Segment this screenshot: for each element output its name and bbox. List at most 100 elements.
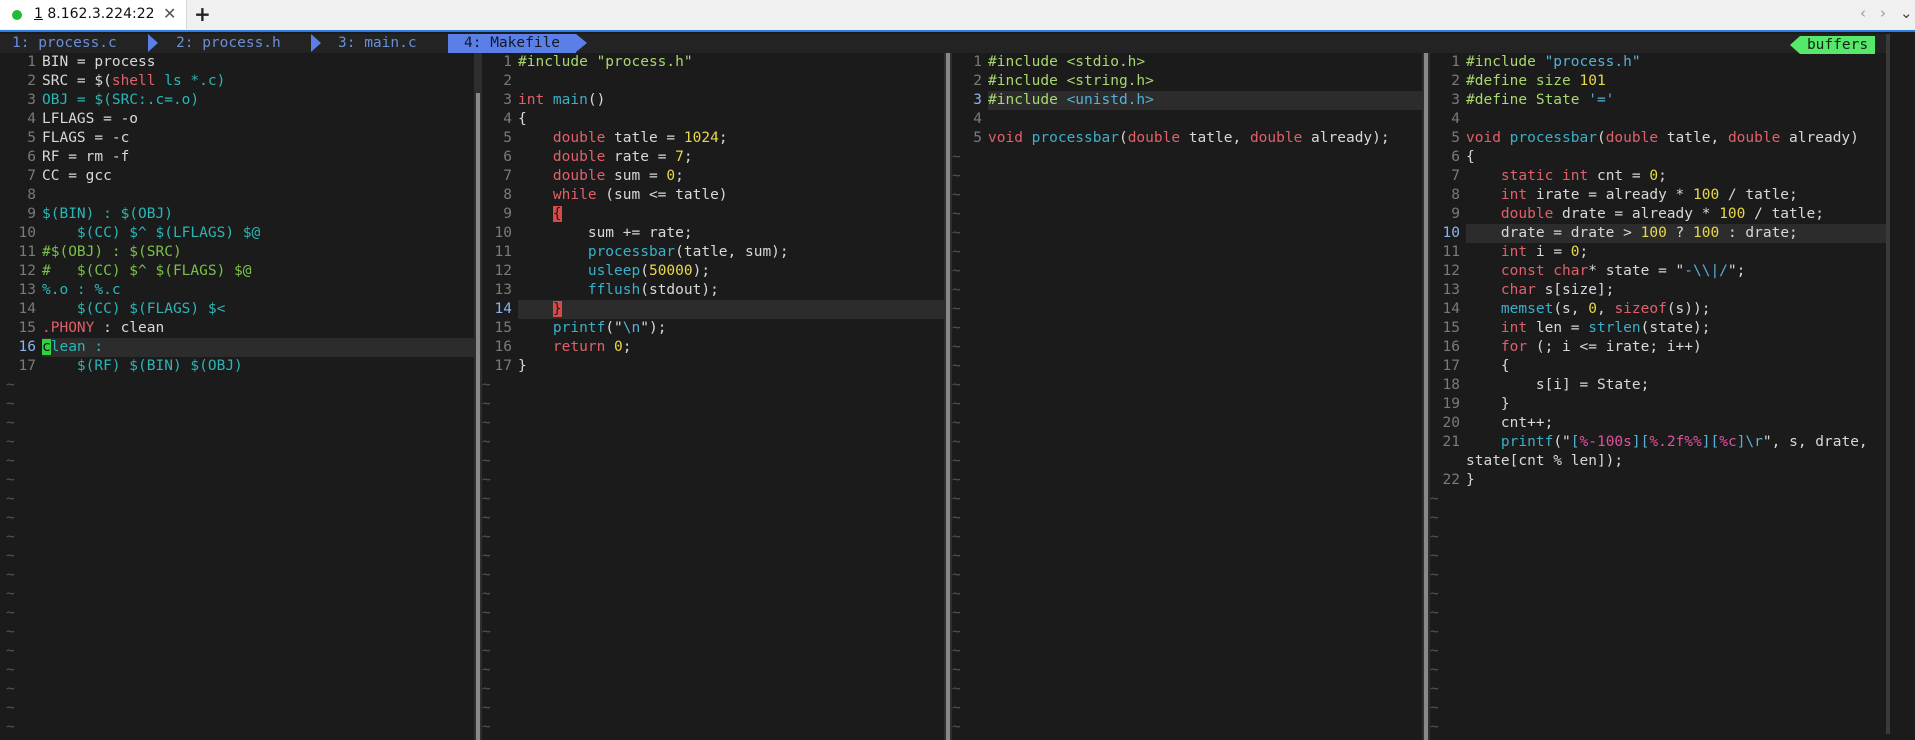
close-tab-icon[interactable]: ✕ [163, 4, 176, 23]
code-line[interactable]: 1 #include "process.h" [1430, 53, 1640, 72]
code-line[interactable]: 15 int len = strlen(state); [1430, 319, 1711, 338]
code-line[interactable]: 12 const char* state = "-\\|/"; [1430, 262, 1746, 281]
code-line[interactable]: 1 #include <stdio.h> [952, 53, 1145, 72]
line-number: 13 [1442, 282, 1460, 298]
code-line[interactable]: 4 [1430, 110, 1466, 129]
split-divider[interactable] [944, 53, 952, 740]
code-line[interactable]: 4 [952, 110, 988, 129]
code-line[interactable]: 3 OBJ = $(SRC:.c=.o) [6, 91, 199, 110]
code-line[interactable]: 15 .PHONY : clean [6, 319, 165, 338]
code-line[interactable]: 3 #include <unistd.h> [952, 91, 1154, 110]
scroll-tabs-left-icon[interactable]: ‹ [1860, 4, 1866, 22]
code-line[interactable]: 16 clean : [6, 338, 103, 357]
code-line[interactable]: 21 printf("[%-100s][%.2f%%][%c]\r", s, d… [1430, 433, 1868, 452]
code-line[interactable]: 12 # $(CC) $^ $(FLAGS) $@ [6, 262, 252, 281]
line-number: 11 [18, 244, 36, 260]
code-line[interactable]: 17 { [1430, 357, 1510, 376]
terminal-area[interactable]: 1: process.c 2: process.h 3: main.c 4: M… [0, 32, 1915, 740]
code-text: $(RF) $(BIN) $(OBJ) [36, 358, 243, 374]
code-line[interactable]: 16 for (; i <= irate; i++) [1430, 338, 1702, 357]
code-line[interactable]: 7 double sum = 0; [482, 167, 684, 186]
code-line[interactable]: 5 void processbar(double tatle, double al… [952, 129, 1389, 148]
code-line[interactable]: 6 RF = rm -f [6, 148, 129, 167]
pane-main-c[interactable]: 1 #include "process.h" 2 3 int main() 4{5 dou… [482, 53, 944, 740]
code-line[interactable]: 11 processbar(tatle, sum); [482, 243, 789, 262]
buffer-tab-process-h[interactable]: 2: process.h [176, 34, 281, 53]
new-tab-icon[interactable]: + [194, 2, 211, 26]
tab-menu-icon[interactable]: ⌄ [1900, 4, 1913, 22]
code-line[interactable]: 11 int i = 0; [1430, 243, 1589, 262]
code-line[interactable]: 2 [482, 72, 518, 91]
code-text: $(CC) $^ $(LFLAGS) $@ [36, 225, 260, 241]
line-number: 11 [494, 244, 512, 260]
code-line[interactable]: 16 return 0; [482, 338, 632, 357]
code-line[interactable]: 13 %.o : %.c [6, 281, 121, 300]
code-line[interactable]: 2 SRC = $(shell ls *.c) [6, 72, 225, 91]
empty-line-tilde: ~ [6, 472, 15, 488]
code-line[interactable]: 17} [482, 357, 527, 376]
code-line[interactable]: 5 double tatle = 1024; [482, 129, 727, 148]
code-line[interactable]: 17 $(RF) $(BIN) $(OBJ) [6, 357, 243, 376]
code-line[interactable]: 10 sum += rate; [482, 224, 693, 243]
code-text: .PHONY : clean [36, 320, 164, 336]
code-line[interactable]: 15 printf("\n"); [482, 319, 667, 338]
code-line[interactable]: 7 CC = gcc [6, 167, 112, 186]
code-token: %-100s [1579, 434, 1632, 450]
buffer-tab-makefile-active[interactable]: 4: Makefile [448, 34, 576, 53]
code-line[interactable]: 9 { [482, 205, 562, 224]
code-line[interactable]: 8 int irate = already * 100 / tatle; [1430, 186, 1798, 205]
empty-line-tilde: ~ [952, 263, 961, 279]
code-line[interactable]: 2 #include <string.h> [952, 72, 1154, 91]
empty-line-tilde: ~ [1430, 719, 1439, 735]
code-line[interactable]: 8 while (sum <= tatle) [482, 186, 727, 205]
code-line[interactable]: 12 usleep(50000); [482, 262, 711, 281]
pane-process-h[interactable]: 1 #include <stdio.h> 2 #include <string.h> 3… [952, 53, 1422, 740]
buffer-tab-process-c[interactable]: 1: process.c [12, 34, 117, 53]
line-number: 8 [1451, 187, 1460, 203]
line-number: 2 [1451, 73, 1460, 89]
code-line[interactable]: 6 double rate = 7; [482, 148, 692, 167]
code-line[interactable]: 9 $(BIN) : $(OBJ) [6, 205, 173, 224]
code-line[interactable]: 5 void processbar(double tatle, double al… [1430, 129, 1859, 148]
code-token: ( [1118, 130, 1128, 146]
code-line[interactable]: 6{ [1430, 148, 1474, 167]
code-line[interactable]: 5 FLAGS = -c [6, 129, 129, 148]
code-token: (s, [1553, 301, 1589, 317]
pane-makefile[interactable]: 1 BIN = process 2 SRC = $(shell ls *.c) 3 OBJ… [6, 53, 474, 740]
right-scrollbar[interactable] [1886, 34, 1890, 734]
code-line[interactable]: 4{ [482, 110, 526, 129]
code-line[interactable]: 9 double drate = already * 100 / tatle; [1430, 205, 1824, 224]
code-line[interactable]: 13 fflush(stdout); [482, 281, 719, 300]
code-line[interactable]: 1 #include "process.h" [482, 53, 692, 72]
code-line[interactable]: 7 static int cnt = 0; [1430, 167, 1667, 186]
code-line[interactable]: 1 BIN = process [6, 53, 155, 72]
code-line[interactable]: 13 char s[size]; [1430, 281, 1615, 300]
code-line[interactable]: 4 LFLAGS = -o [6, 110, 138, 129]
code-line[interactable]: 3 int main() [482, 91, 605, 110]
code-line[interactable]: 14 } [482, 300, 562, 319]
pane-process-c[interactable]: 1 #include "process.h" 2 #define size 101 3 #… [1430, 53, 1886, 740]
split-divider[interactable] [474, 53, 482, 740]
split-divider[interactable] [1422, 53, 1430, 740]
code-line[interactable]: 3 #define State '=' [1430, 91, 1614, 110]
code-line[interactable]: 22} [1430, 471, 1475, 490]
scroll-tabs-right-icon[interactable]: › [1880, 4, 1886, 22]
code-line[interactable]: 20 cnt++; [1430, 414, 1554, 433]
code-token: printf [1500, 434, 1554, 450]
code-line[interactable]: 14 memset(s, 0, sizeof(s)); [1430, 300, 1711, 319]
code-token: char [1500, 282, 1536, 298]
code-line[interactable]: 14 $(CC) $(FLAGS) $< [6, 300, 226, 319]
code-line[interactable]: 19 } [1430, 395, 1510, 414]
code-line[interactable]: 18 s[i] = State; [1430, 376, 1650, 395]
code-line[interactable]: 8 [6, 186, 42, 205]
code-line[interactable]: 10 drate = drate > 100 ? 100 : drate; [1430, 224, 1798, 243]
buffer-tab-main-c[interactable]: 3: main.c [338, 34, 417, 53]
code-line[interactable]: 2 #define size 101 [1430, 72, 1605, 91]
code-line[interactable]: 10 $(CC) $^ $(LFLAGS) $@ [6, 224, 261, 243]
session-tab[interactable]: 1 8.162.3.224:22 ✕ [0, 0, 187, 29]
code-line[interactable]: state[cnt % len]); [1430, 452, 1623, 471]
code-line[interactable]: 11 #$(OBJ) : $(SRC) [6, 243, 182, 262]
empty-line-tilde: ~ [482, 529, 491, 545]
